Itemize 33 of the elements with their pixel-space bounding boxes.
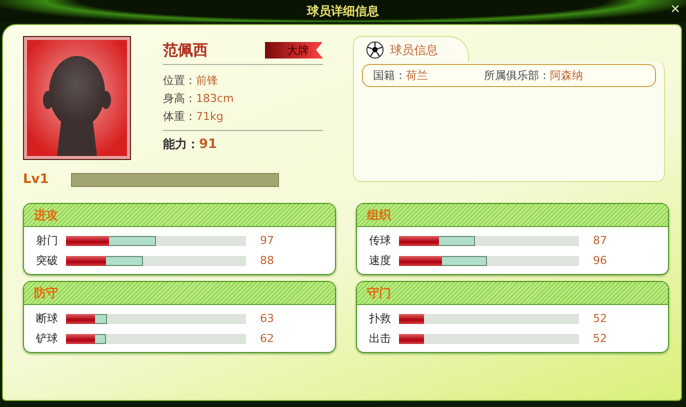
detail-line: 身高：183cm — [163, 91, 235, 106]
stat-value: 52 — [593, 332, 607, 345]
stat-name: 铲球 — [36, 331, 59, 346]
info-tab[interactable]: 球员信息 — [353, 36, 469, 62]
stat-name: 突破 — [36, 253, 59, 268]
stat-name: 断球 — [36, 311, 59, 326]
close-button[interactable]: × — [668, 1, 682, 19]
card-title: 防守 — [34, 284, 58, 302]
card-title: 进攻 — [34, 206, 58, 224]
stat-value: 96 — [593, 254, 607, 267]
stat-value: 87 — [593, 234, 607, 247]
stat-value: 52 — [593, 312, 607, 325]
stat-name: 出击 — [369, 331, 392, 346]
level-label: Lv1 — [23, 172, 50, 187]
stat-value: 63 — [260, 312, 274, 325]
card-title: 组织 — [367, 206, 391, 224]
card-title: 守门 — [367, 284, 391, 302]
stat-value: 62 — [260, 332, 274, 345]
detail-line: 体重：71kg — [163, 109, 224, 124]
stat-name: 速度 — [369, 253, 392, 268]
rank-ribbon: 大牌 — [265, 42, 323, 58]
stat-name: 传球 — [369, 233, 392, 248]
stat-value: 97 — [260, 234, 274, 247]
info-field: 国籍：荷兰 — [373, 68, 428, 83]
stat-value: 88 — [260, 254, 274, 267]
window-title: 球员详细信息 — [307, 2, 379, 20]
info-field: 所属俱乐部：阿森纳 — [484, 68, 583, 83]
stat-name: 射门 — [36, 233, 59, 248]
stat-name: 扑救 — [369, 311, 392, 326]
soccer-ball-icon — [366, 41, 384, 59]
ability-line: 能力：91 — [163, 136, 218, 153]
player-name: 范佩西 — [163, 40, 208, 60]
detail-line: 位置：前锋 — [163, 73, 219, 88]
